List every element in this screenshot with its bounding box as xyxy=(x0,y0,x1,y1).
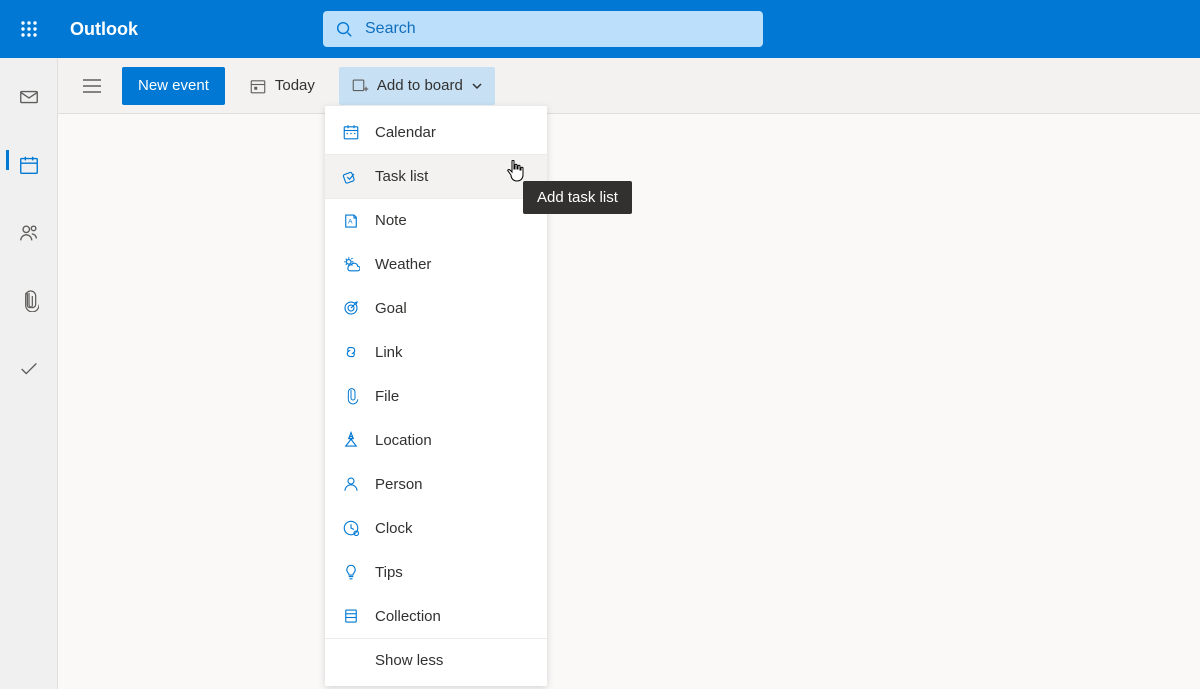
menu-item-location[interactable]: Location xyxy=(325,418,547,462)
mail-icon xyxy=(18,86,40,108)
target-icon xyxy=(341,298,361,318)
rail-files[interactable] xyxy=(5,284,53,318)
menu-label: Location xyxy=(375,432,432,449)
menu-item-calendar[interactable]: Calendar xyxy=(325,110,547,154)
app-header: Outlook xyxy=(0,0,1200,58)
paperclip-icon xyxy=(19,290,39,312)
search-icon xyxy=(335,20,353,38)
menu-item-person[interactable]: Person xyxy=(325,462,547,506)
today-label: Today xyxy=(275,77,315,94)
show-less-label: Show less xyxy=(375,652,443,669)
rail-mail[interactable] xyxy=(5,80,53,114)
menu-item-clock[interactable]: Clock xyxy=(325,506,547,550)
today-button[interactable]: Today xyxy=(237,67,327,105)
menu-label: Note xyxy=(375,212,407,229)
menu-label: Link xyxy=(375,344,403,361)
menu-show-less[interactable]: Show less xyxy=(325,638,547,682)
menu-label: Calendar xyxy=(375,124,436,141)
menu-label: Task list xyxy=(375,168,428,185)
menu-item-link[interactable]: Link xyxy=(325,330,547,374)
command-bar: New event Today Add to board xyxy=(58,58,1200,114)
waffle-icon xyxy=(20,20,38,38)
tooltip: Add task list xyxy=(523,181,632,214)
calendar-icon xyxy=(341,122,361,142)
app-title: Outlook xyxy=(70,19,138,40)
paperclip-icon xyxy=(341,386,361,406)
calendar-icon xyxy=(18,154,40,176)
menu-label: File xyxy=(375,388,399,405)
menu-label: Weather xyxy=(375,256,431,273)
rail-people[interactable] xyxy=(5,216,53,250)
clock-icon xyxy=(341,518,361,538)
note-icon: A xyxy=(341,211,361,231)
menu-item-note[interactable]: A Note xyxy=(325,198,547,242)
link-icon xyxy=(341,342,361,362)
lightbulb-icon xyxy=(341,562,361,582)
menu-item-task-list[interactable]: Task list xyxy=(325,154,547,198)
chevron-down-icon xyxy=(471,80,483,92)
hamburger-icon xyxy=(82,78,102,94)
people-icon xyxy=(18,222,40,244)
calendar-today-icon xyxy=(249,77,267,95)
new-event-button[interactable]: New event xyxy=(122,67,225,105)
menu-item-weather[interactable]: Weather xyxy=(325,242,547,286)
search-input[interactable] xyxy=(365,20,751,38)
person-icon xyxy=(341,474,361,494)
menu-label: Person xyxy=(375,476,423,493)
menu-item-goal[interactable]: Goal xyxy=(325,286,547,330)
left-rail xyxy=(0,58,58,689)
menu-label: Goal xyxy=(375,300,407,317)
rail-todo[interactable] xyxy=(5,352,53,386)
search-box[interactable] xyxy=(323,11,763,47)
menu-item-file[interactable]: File xyxy=(325,374,547,418)
app-launcher-button[interactable] xyxy=(0,0,58,58)
add-to-board-menu: Calendar Task list A Note Weather Goal L… xyxy=(325,106,547,686)
menu-label: Tips xyxy=(375,564,403,581)
svg-text:A: A xyxy=(348,218,353,225)
add-to-board-label: Add to board xyxy=(377,77,463,94)
menu-label: Collection xyxy=(375,608,441,625)
checkmark-icon xyxy=(341,167,361,187)
rail-calendar[interactable] xyxy=(5,148,53,182)
checkmark-icon xyxy=(18,358,40,380)
menu-label: Clock xyxy=(375,520,413,537)
weather-icon xyxy=(341,254,361,274)
add-board-icon xyxy=(351,77,369,95)
location-icon xyxy=(341,430,361,450)
add-to-board-button[interactable]: Add to board xyxy=(339,67,495,105)
menu-item-collection[interactable]: Collection xyxy=(325,594,547,638)
collection-icon xyxy=(341,606,361,626)
hamburger-button[interactable] xyxy=(74,68,110,104)
menu-item-tips[interactable]: Tips xyxy=(325,550,547,594)
